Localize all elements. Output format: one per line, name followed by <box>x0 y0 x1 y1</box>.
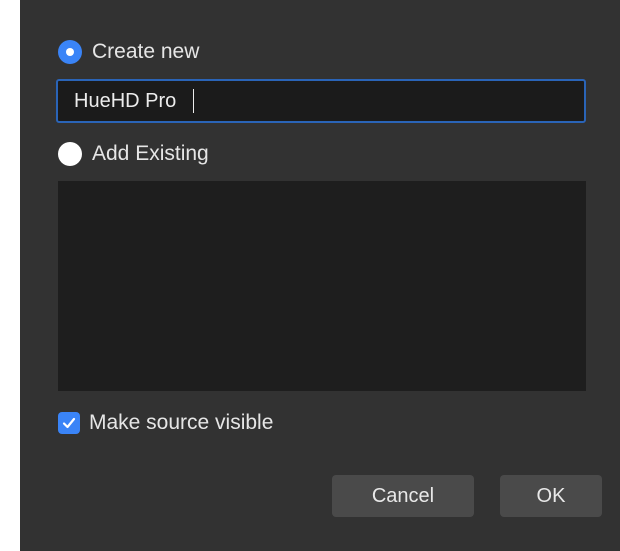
source-name-input[interactable] <box>56 79 586 123</box>
radio-selected-icon[interactable] <box>58 40 82 64</box>
add-source-dialog: Create new Add Existing Make source visi… <box>20 0 620 551</box>
checkmark-icon[interactable] <box>58 412 80 434</box>
radio-unselected-icon[interactable] <box>58 142 82 166</box>
add-existing-label[interactable]: Add Existing <box>92 142 209 166</box>
create-new-radio-option[interactable]: Create new <box>58 40 199 64</box>
make-source-visible-option[interactable]: Make source visible <box>58 411 273 435</box>
existing-sources-list[interactable] <box>58 181 586 391</box>
text-caret <box>193 89 194 113</box>
create-new-label[interactable]: Create new <box>92 40 199 64</box>
cancel-button[interactable]: Cancel <box>332 475 474 517</box>
ok-button[interactable]: OK <box>500 475 602 517</box>
radio-dot <box>66 48 74 56</box>
make-source-visible-label[interactable]: Make source visible <box>89 411 273 435</box>
add-existing-radio-option[interactable]: Add Existing <box>58 142 209 166</box>
